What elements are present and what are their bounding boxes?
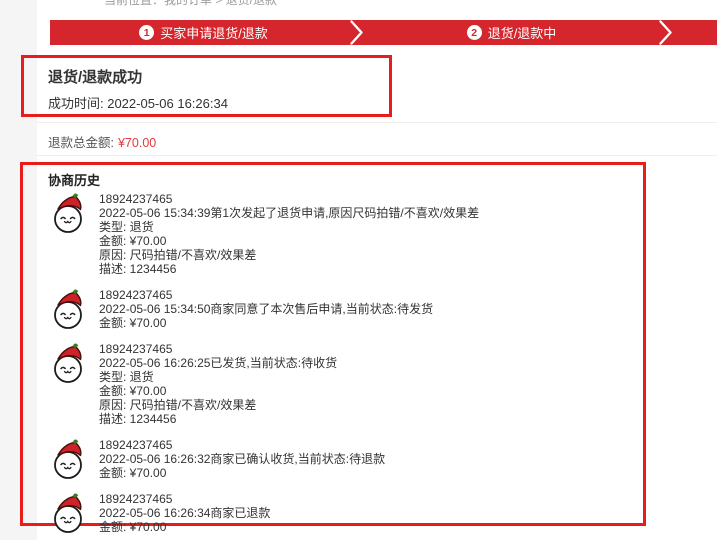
history-entry-username: 18924237465 — [99, 192, 479, 206]
history-entry-line: 金额: ¥70.00 — [99, 234, 479, 248]
step-label: 退货/退款中 — [488, 23, 557, 42]
history-entry: 18924237465 2022-05-06 16:26:25已发货,当前状态:… — [50, 342, 625, 426]
refund-total-row: 退款总金额: ¥70.00 — [48, 132, 156, 151]
history-entry-line: 2022-05-06 16:26:25已发货,当前状态:待收货 — [99, 356, 337, 370]
history-entry-line: 2022-05-06 16:26:34商家已退款 — [99, 506, 270, 520]
page-left-margin — [0, 0, 37, 540]
history-entry: 18924237465 2022-05-06 15:34:39第1次发起了退货申… — [50, 192, 625, 276]
history-entry-text: 18924237465 2022-05-06 16:26:25已发货,当前状态:… — [99, 342, 337, 426]
history-entry-line: 2022-05-06 16:26:32商家已确认收货,当前状态:待退款 — [99, 452, 385, 466]
history-entry-username: 18924237465 — [99, 342, 337, 356]
refund-total-amount: ¥70.00 — [118, 136, 156, 150]
santa-hat-face-icon — [50, 342, 88, 384]
history-entry-username: 18924237465 — [99, 288, 433, 302]
santa-hat-face-icon — [50, 438, 88, 480]
history-entry-line: 类型: 退货 — [99, 220, 479, 234]
history-entry-line: 金额: ¥70.00 — [99, 520, 270, 534]
history-entry-username: 18924237465 — [99, 492, 270, 506]
refund-progress-bar: 1 买家申请退货/退款 2 退货/退款中 — [50, 20, 717, 45]
history-entry-line: 2022-05-06 15:34:50商家同意了本次售后申请,当前状态:待发货 — [99, 302, 433, 316]
history-entry-text: 18924237465 2022-05-06 16:26:34商家已退款金额: … — [99, 492, 270, 534]
step-label: 买家申请退货/退款 — [160, 23, 268, 42]
refund-total-label: 退款总金额: — [48, 136, 114, 150]
negotiation-history-list: 18924237465 2022-05-06 15:34:39第1次发起了退货申… — [50, 192, 625, 540]
step-number-badge: 2 — [467, 25, 482, 40]
history-entry-line: 原因: 尺码拍错/不喜欢/效果差 — [99, 398, 337, 412]
progress-step-3-cropped — [666, 20, 717, 45]
breadcrumb[interactable]: 当前位置：我的订单 > 退货/退款 — [104, 0, 277, 8]
history-entry-line: 金额: ¥70.00 — [99, 466, 385, 480]
history-entry: 18924237465 2022-05-06 16:26:32商家已确认收货,当… — [50, 438, 625, 480]
santa-hat-face-icon — [50, 192, 88, 234]
progress-step-2: 2 退货/退款中 — [357, 20, 666, 45]
history-entry-text: 18924237465 2022-05-06 16:26:32商家已确认收货,当… — [99, 438, 385, 480]
santa-hat-face-icon — [50, 492, 88, 534]
history-entry-line: 类型: 退货 — [99, 370, 337, 384]
step-number-badge: 1 — [139, 25, 154, 40]
history-entry-line: 金额: ¥70.00 — [99, 316, 433, 330]
chevron-right-icon — [659, 20, 673, 45]
santa-hat-face-icon — [50, 288, 88, 330]
history-entry: 18924237465 2022-05-06 15:34:50商家同意了本次售后… — [50, 288, 625, 330]
history-section-title: 协商历史 — [48, 170, 100, 189]
refund-status-page: 当前位置：我的订单 > 退货/退款 1 买家申请退货/退款 2 退货/退款中 退… — [0, 0, 717, 540]
divider — [37, 122, 717, 123]
history-entry: 18924237465 2022-05-06 16:26:34商家已退款金额: … — [50, 492, 625, 534]
history-entry-username: 18924237465 — [99, 438, 385, 452]
history-entry-text: 18924237465 2022-05-06 15:34:39第1次发起了退货申… — [99, 192, 479, 276]
chevron-right-icon — [350, 20, 364, 45]
history-entry-line: 2022-05-06 15:34:39第1次发起了退货申请,原因尺码拍错/不喜欢… — [99, 206, 479, 220]
status-success-time: 成功时间: 2022-05-06 16:26:34 — [48, 93, 228, 112]
progress-step-1: 1 买家申请退货/退款 — [50, 20, 357, 45]
divider — [37, 155, 717, 156]
history-entry-line: 描述: 1234456 — [99, 412, 337, 426]
history-entry-line: 描述: 1234456 — [99, 262, 479, 276]
history-entry-line: 金额: ¥70.00 — [99, 384, 337, 398]
status-title: 退货/退款成功 — [48, 66, 142, 87]
history-entry-text: 18924237465 2022-05-06 15:34:50商家同意了本次售后… — [99, 288, 433, 330]
history-entry-line: 原因: 尺码拍错/不喜欢/效果差 — [99, 248, 479, 262]
